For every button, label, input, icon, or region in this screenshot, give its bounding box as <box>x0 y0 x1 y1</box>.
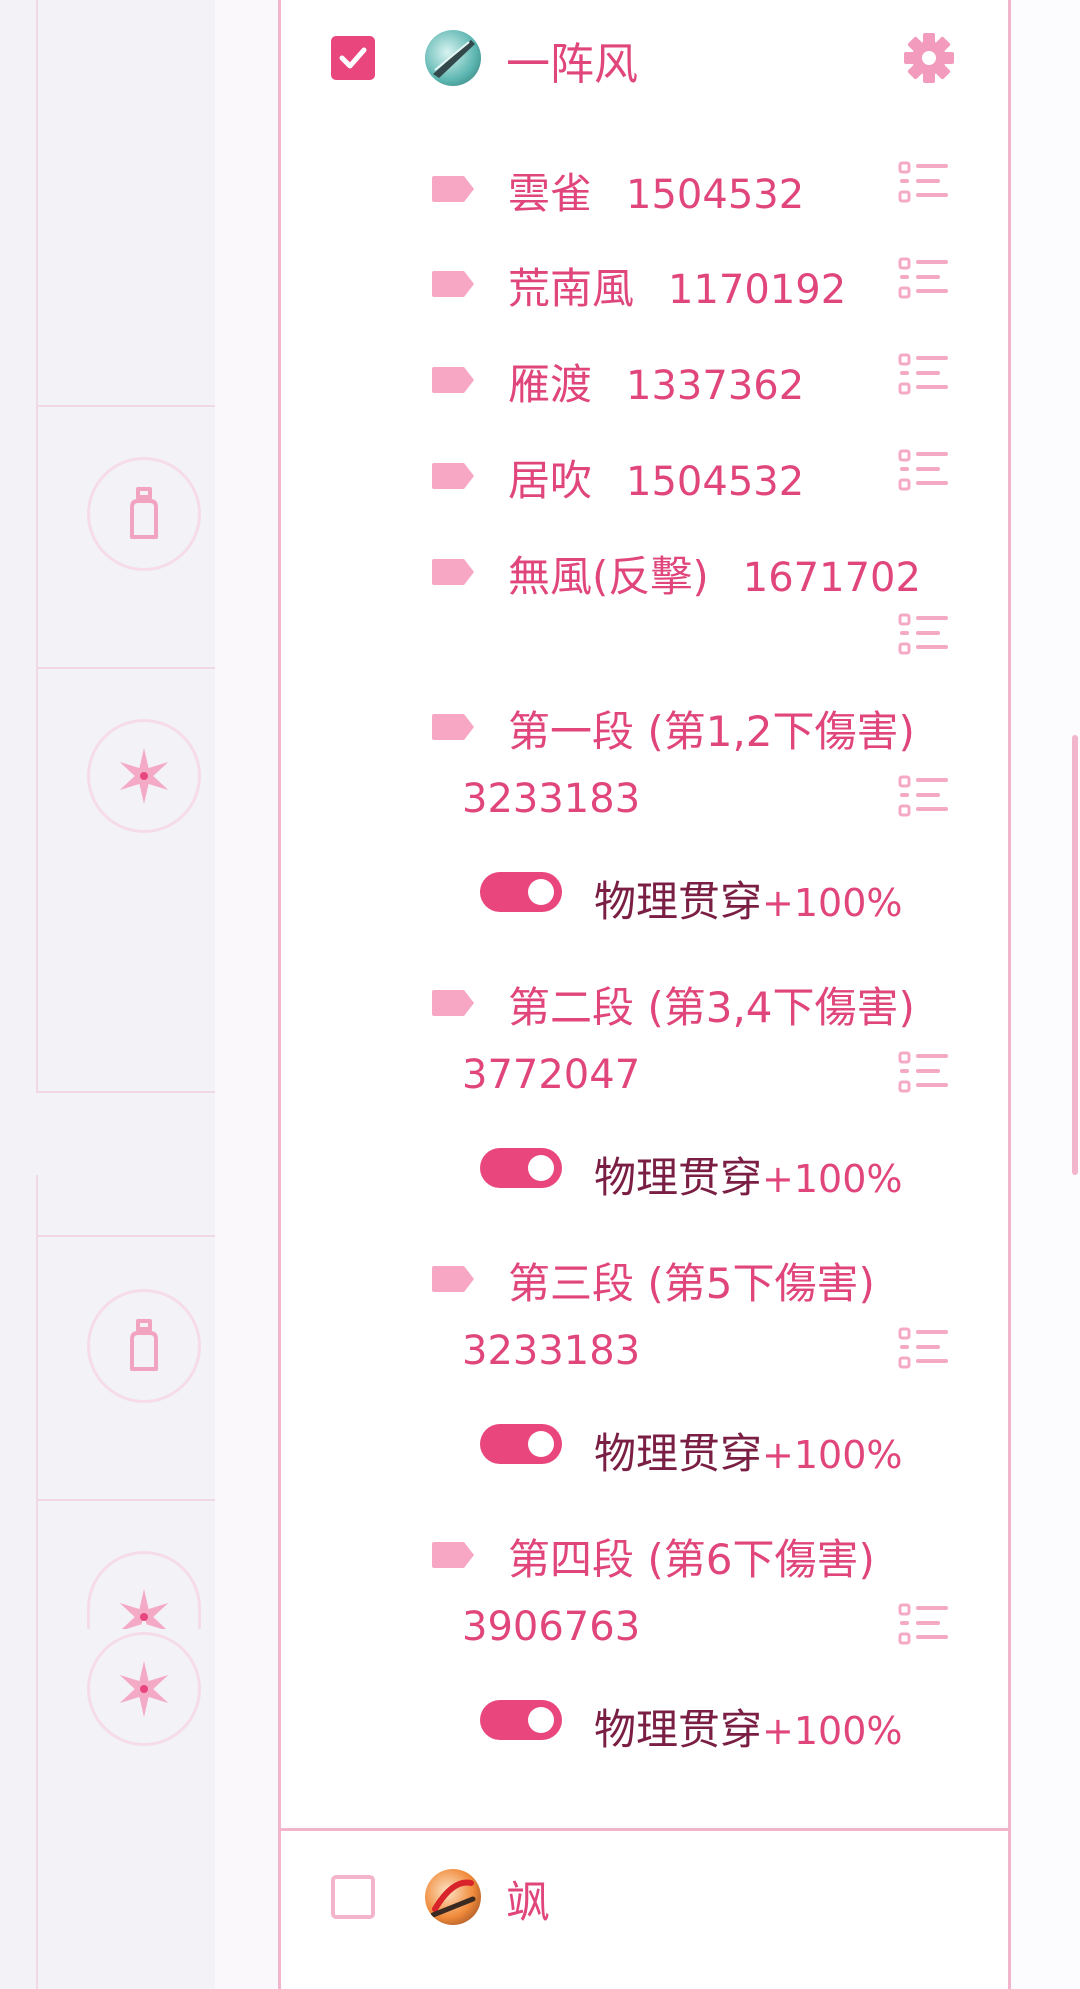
list-detail-icon[interactable] <box>898 612 950 658</box>
bottle-icon[interactable] <box>87 1289 201 1403</box>
toggle-knob <box>528 879 554 905</box>
toggle-percent: +100% <box>762 1709 903 1753</box>
toggle-label: 物理贯穿 <box>594 1429 763 1478</box>
scrollbar[interactable] <box>1072 735 1078 1175</box>
list-detail-icon[interactable] <box>898 1050 950 1096</box>
list-detail-icon[interactable] <box>898 256 950 302</box>
toggle-percent: +100% <box>762 881 903 925</box>
right-strip <box>1011 0 1080 1989</box>
check-icon <box>339 47 367 69</box>
divider <box>36 1091 215 1093</box>
skill-label: 居吹 <box>508 456 593 505</box>
list-detail-icon[interactable] <box>898 160 950 206</box>
blade-weapon-icon <box>425 30 481 86</box>
list-detail-icon[interactable] <box>898 1326 950 1372</box>
tag-icon <box>432 1266 474 1292</box>
toggle-label: 物理贯穿 <box>594 1705 763 1754</box>
skill-label: 雲雀 <box>508 169 593 218</box>
list-detail-icon[interactable] <box>898 774 950 820</box>
skill-label: 雁渡 <box>508 360 593 409</box>
tag-icon <box>432 990 474 1016</box>
sidebar-border <box>36 0 38 1093</box>
skill-value: 1504532 <box>626 172 805 218</box>
group-checkbox[interactable] <box>331 1875 375 1919</box>
tag-icon <box>432 714 474 740</box>
segment-value: 3233183 <box>462 776 641 822</box>
list-detail-icon[interactable] <box>898 1602 950 1648</box>
toggle-label: 物理贯穿 <box>594 1153 763 1202</box>
toggle-label: 物理贯穿 <box>594 877 763 926</box>
skill-label: 無風(反擊) <box>508 552 709 601</box>
tag-icon <box>432 176 474 202</box>
group-name: 飒 <box>506 1877 550 1928</box>
penetration-toggle[interactable] <box>480 1700 562 1740</box>
toggle-knob <box>528 1155 554 1181</box>
bottle-icon[interactable] <box>87 457 201 571</box>
skill-value: 1337362 <box>626 363 805 409</box>
star-flower-icon[interactable] <box>87 1551 201 1629</box>
fire-weapon-icon <box>425 1869 481 1925</box>
skill-value: 1170192 <box>668 267 847 313</box>
star-flower-icon[interactable] <box>87 1632 201 1746</box>
segment-label: 第二段 (第3,4下傷害) <box>508 983 915 1032</box>
segment-value: 3906763 <box>462 1604 641 1650</box>
toggle-knob <box>528 1707 554 1733</box>
toggle-percent: +100% <box>762 1433 903 1477</box>
penetration-toggle[interactable] <box>480 872 562 912</box>
skill-label: 荒南風 <box>508 264 635 313</box>
segment-value: 3233183 <box>462 1328 641 1374</box>
left-sidebar <box>0 0 215 1989</box>
divider <box>36 1235 215 1237</box>
segment-value: 3772047 <box>462 1052 641 1098</box>
segment-label: 第三段 (第5下傷害) <box>508 1259 875 1308</box>
star-flower-icon[interactable] <box>87 719 201 833</box>
toggle-percent: +100% <box>762 1157 903 1201</box>
divider <box>36 405 215 407</box>
divider <box>36 1499 215 1501</box>
gear-icon[interactable] <box>903 32 955 88</box>
group-checkbox[interactable] <box>331 36 375 80</box>
tag-icon <box>432 559 474 585</box>
divider <box>36 667 215 669</box>
sidebar-border <box>36 1175 38 1989</box>
toggle-knob <box>528 1431 554 1457</box>
penetration-toggle[interactable] <box>480 1148 562 1188</box>
segment-label: 第四段 (第6下傷害) <box>508 1535 875 1584</box>
group-divider <box>281 1828 1008 1831</box>
tag-icon <box>432 367 474 393</box>
skill-value: 1671702 <box>742 555 921 601</box>
tag-icon <box>432 271 474 297</box>
segment-label: 第一段 (第1,2下傷害) <box>508 707 915 756</box>
list-detail-icon[interactable] <box>898 448 950 494</box>
penetration-toggle[interactable] <box>480 1424 562 1464</box>
list-detail-icon[interactable] <box>898 352 950 398</box>
skill-value: 1504532 <box>626 459 805 505</box>
tag-icon <box>432 1542 474 1568</box>
tag-icon <box>432 463 474 489</box>
gutter <box>215 0 280 1989</box>
group-name: 一阵风 <box>506 39 638 90</box>
